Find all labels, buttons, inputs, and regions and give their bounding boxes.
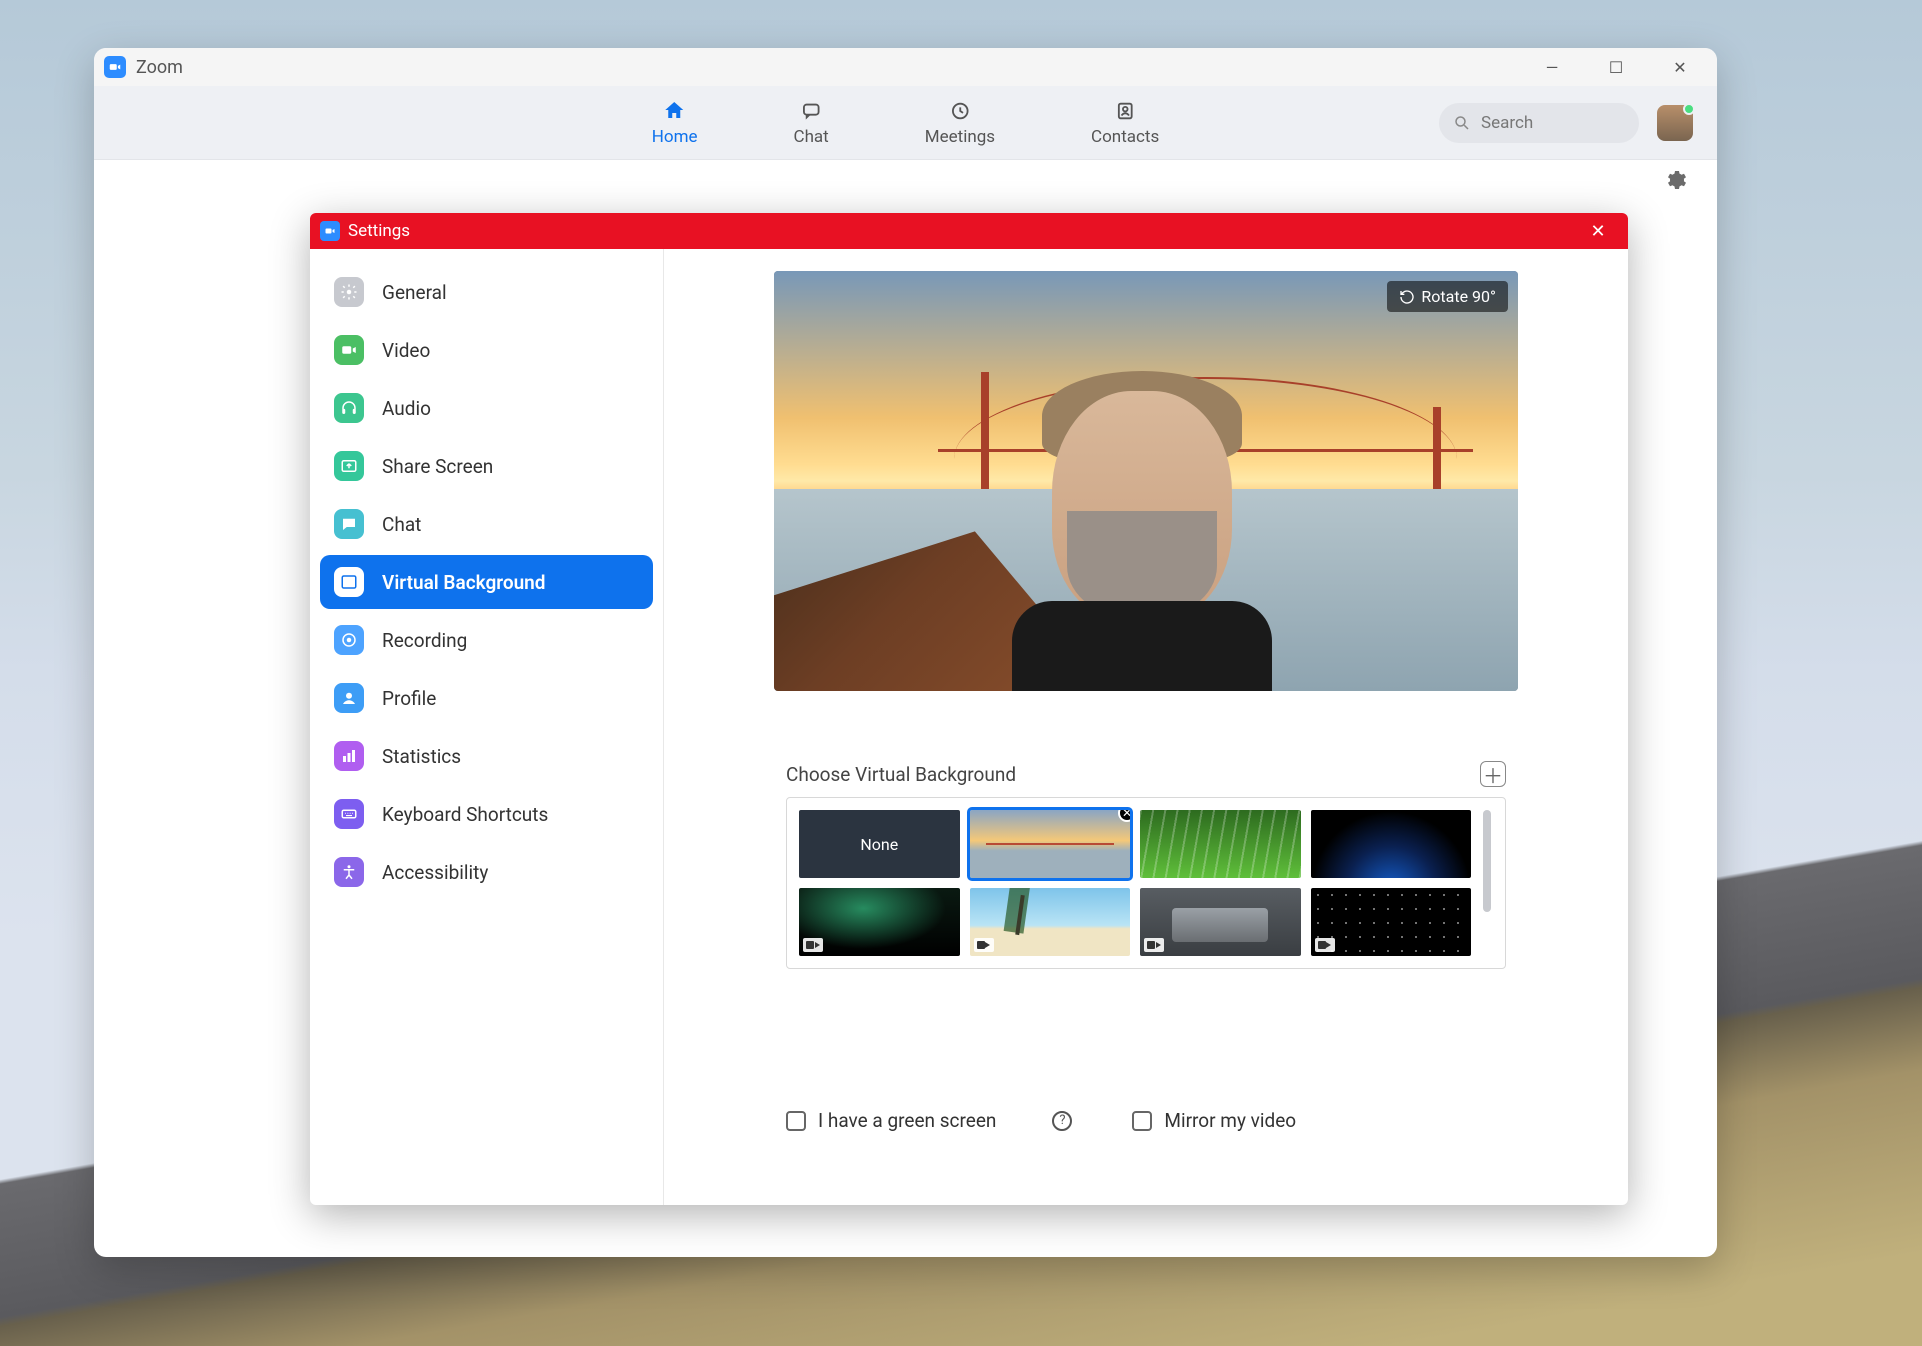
sidebar-label: Share Screen (382, 455, 493, 478)
rotate-90-button[interactable]: Rotate 90° (1387, 281, 1508, 312)
sidebar-label: Keyboard Shortcuts (382, 803, 548, 826)
profile-avatar[interactable] (1657, 105, 1693, 141)
nav-home[interactable]: Home (652, 99, 698, 147)
window-minimize-button[interactable]: — (1537, 58, 1567, 77)
share-screen-icon (334, 451, 364, 481)
background-thumb-none[interactable]: None (799, 810, 960, 878)
rotate-icon (1399, 289, 1415, 305)
nav-contacts-label: Contacts (1091, 127, 1159, 147)
main-toolbar: Home Chat Meetings Contacts Search (94, 86, 1717, 160)
video-badge-icon (1144, 938, 1164, 952)
clock-icon (948, 99, 972, 123)
settings-title: Settings (348, 221, 410, 241)
sidebar-label: Accessibility (382, 861, 488, 884)
keyboard-icon (334, 799, 364, 829)
background-thumb-hangar[interactable] (1140, 888, 1301, 956)
sidebar-label: Chat (382, 513, 421, 536)
settings-dialog: Settings ✕ General Video Audio Share Scr… (310, 213, 1628, 1205)
settings-content: Rotate 90° Choose Virtual Background ＋ N… (664, 249, 1628, 1205)
green-screen-label: I have a green screen (818, 1109, 996, 1132)
background-grid: None ✕ (786, 797, 1506, 969)
video-icon (334, 335, 364, 365)
choose-background-label: Choose Virtual Background (786, 763, 1016, 786)
settings-app-icon (320, 221, 340, 241)
sidebar-item-keyboard-shortcuts[interactable]: Keyboard Shortcuts (320, 787, 653, 841)
video-badge-icon (803, 938, 823, 952)
background-thumb-aurora[interactable] (799, 888, 960, 956)
sidebar-label: Recording (382, 629, 467, 652)
sidebar-item-chat[interactable]: Chat (320, 497, 653, 551)
window-titlebar: Zoom — ☐ ✕ (94, 48, 1717, 86)
zoom-app-icon (104, 56, 126, 78)
statistics-icon (334, 741, 364, 771)
checkbox-icon (1132, 1111, 1152, 1131)
sidebar-label: Audio (382, 397, 431, 420)
sidebar-item-audio[interactable]: Audio (320, 381, 653, 435)
nav-home-label: Home (652, 127, 698, 147)
checkbox-icon (786, 1111, 806, 1131)
sidebar-label: Statistics (382, 745, 461, 768)
rotate-label: Rotate 90° (1421, 287, 1496, 306)
chat-icon (799, 99, 823, 123)
settings-titlebar: Settings ✕ (310, 213, 1628, 249)
nav-meetings-label: Meetings (925, 127, 995, 147)
sidebar-label: Profile (382, 687, 436, 710)
presence-indicator (1683, 103, 1695, 115)
window-maximize-button[interactable]: ☐ (1601, 58, 1631, 77)
settings-close-button[interactable]: ✕ (1578, 221, 1618, 242)
window-close-button[interactable]: ✕ (1665, 58, 1695, 77)
sidebar-item-statistics[interactable]: Statistics (320, 729, 653, 783)
search-icon (1453, 114, 1471, 132)
background-thumb-earth[interactable] (1311, 810, 1472, 878)
help-icon[interactable]: ? (1052, 1111, 1072, 1131)
recording-icon (334, 625, 364, 655)
mirror-video-label: Mirror my video (1164, 1109, 1296, 1132)
sidebar-item-video[interactable]: Video (320, 323, 653, 377)
nav-chat[interactable]: Chat (794, 99, 829, 147)
gear-icon (334, 277, 364, 307)
background-thumb-bridge[interactable]: ✕ (970, 810, 1131, 878)
headphones-icon (334, 393, 364, 423)
sidebar-item-recording[interactable]: Recording (320, 613, 653, 667)
contacts-icon (1113, 99, 1137, 123)
mirror-video-checkbox[interactable]: Mirror my video (1132, 1109, 1296, 1132)
background-thumb-grass[interactable] (1140, 810, 1301, 878)
sidebar-item-virtual-background[interactable]: Virtual Background (320, 555, 653, 609)
settings-sidebar: General Video Audio Share Screen Chat Vi… (310, 249, 664, 1205)
nav-meetings[interactable]: Meetings (925, 99, 995, 147)
sidebar-label: Video (382, 339, 430, 362)
sidebar-label: General (382, 281, 447, 304)
home-icon (663, 99, 687, 123)
green-screen-checkbox[interactable]: I have a green screen (786, 1109, 996, 1132)
video-preview: Rotate 90° (774, 271, 1518, 691)
gear-icon (1663, 168, 1687, 192)
window-title: Zoom (136, 57, 183, 78)
video-badge-icon (974, 938, 994, 952)
background-grid-scrollbar[interactable] (1481, 810, 1493, 956)
sidebar-item-accessibility[interactable]: Accessibility (320, 845, 653, 899)
settings-gear-button[interactable] (1663, 168, 1687, 196)
virtual-background-icon (334, 567, 364, 597)
search-placeholder: Search (1481, 113, 1533, 133)
sidebar-item-profile[interactable]: Profile (320, 671, 653, 725)
none-label: None (860, 835, 898, 854)
profile-icon (334, 683, 364, 713)
video-badge-icon (1315, 938, 1335, 952)
nav-contacts[interactable]: Contacts (1091, 99, 1159, 147)
sidebar-item-general[interactable]: General (320, 265, 653, 319)
add-background-button[interactable]: ＋ (1480, 761, 1506, 787)
chat-bubble-icon (334, 509, 364, 539)
background-thumb-stars[interactable] (1311, 888, 1472, 956)
delete-background-button[interactable]: ✕ (1118, 810, 1130, 822)
background-thumb-beach[interactable] (970, 888, 1131, 956)
nav-chat-label: Chat (794, 127, 829, 147)
search-input[interactable]: Search (1439, 103, 1639, 143)
sidebar-item-share-screen[interactable]: Share Screen (320, 439, 653, 493)
sidebar-label: Virtual Background (382, 571, 546, 594)
accessibility-icon (334, 857, 364, 887)
